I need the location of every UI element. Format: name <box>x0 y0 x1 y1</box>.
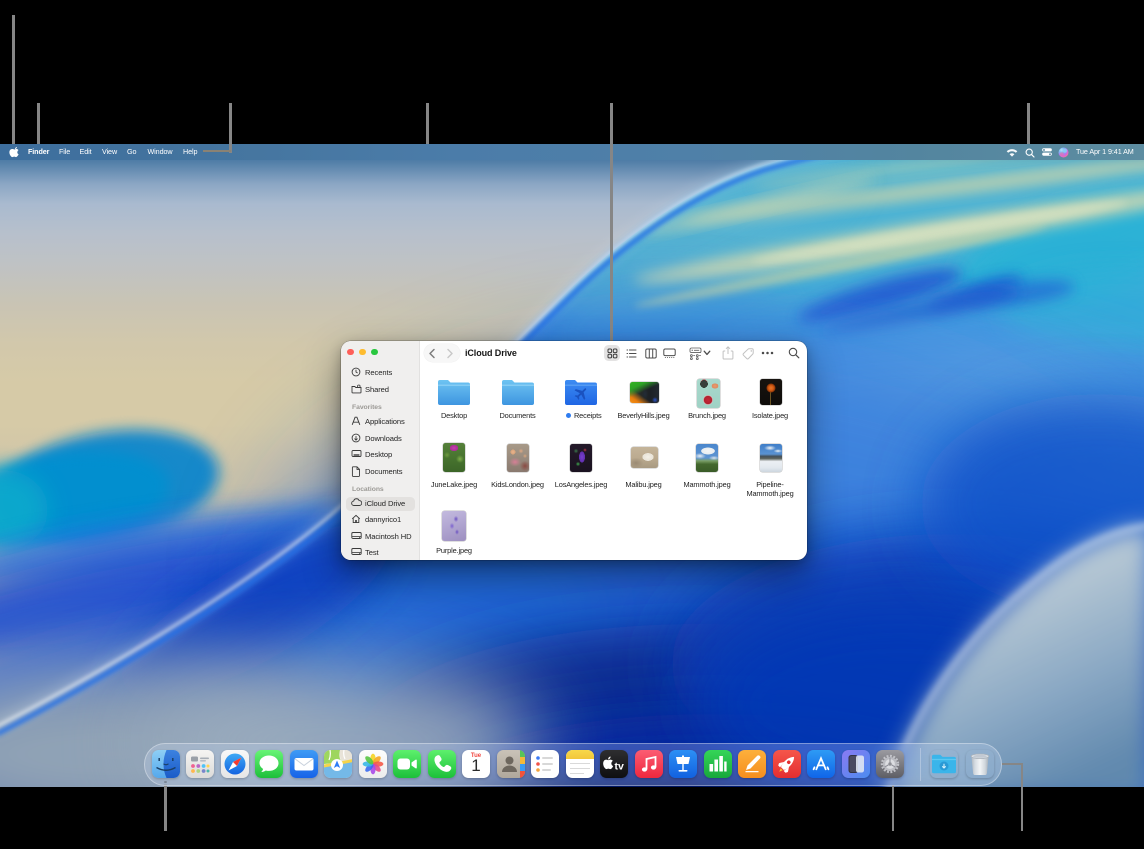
svg-text:tv: tv <box>615 761 624 773</box>
